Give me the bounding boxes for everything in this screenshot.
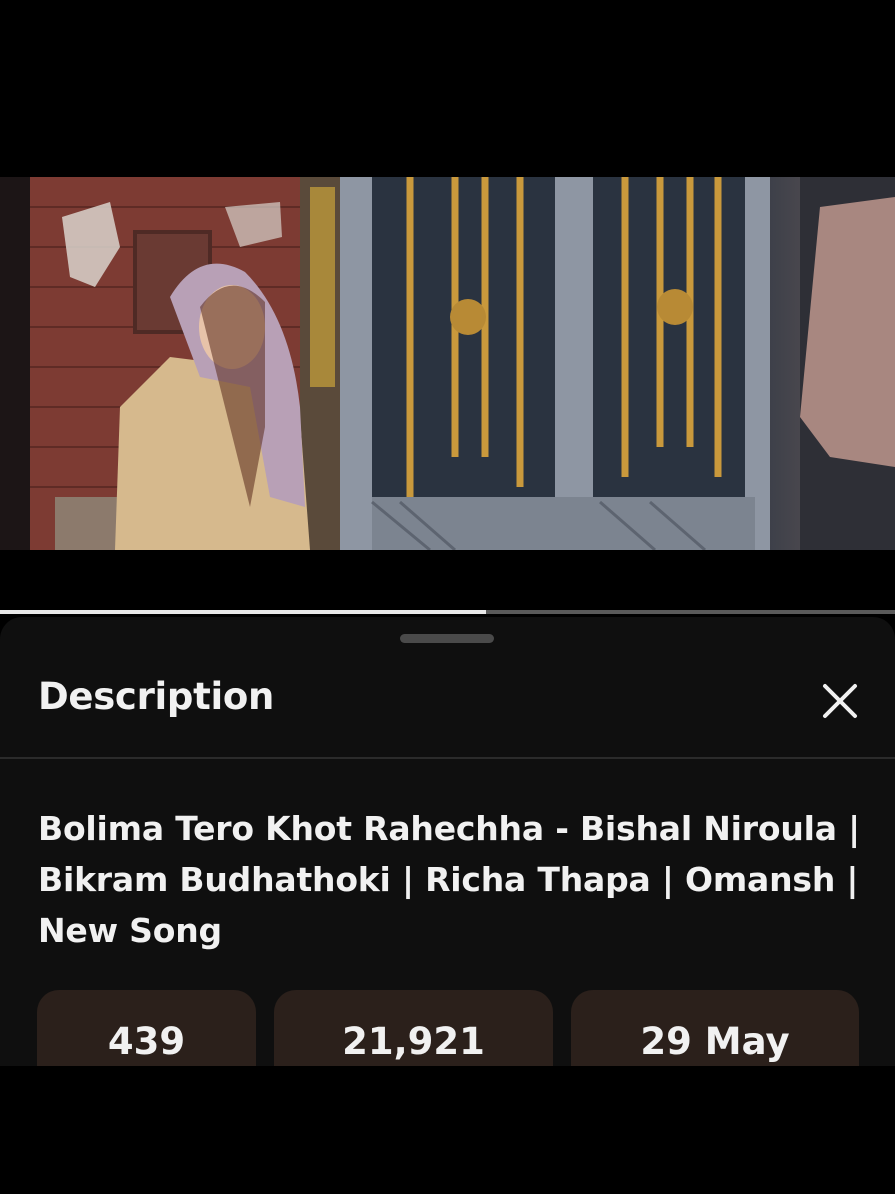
close-icon (823, 684, 857, 718)
video-progress-fill (0, 610, 486, 614)
video-frame-image (0, 177, 895, 550)
views-count: 21,921 (342, 1020, 485, 1063)
description-sheet: Description Bolima Tero Khot Rahechha - … (0, 617, 895, 1066)
video-title: Bolima Tero Khot Rahechha - Bishal Nirou… (38, 809, 860, 950)
divider (0, 757, 895, 759)
sheet-title: Description (38, 675, 275, 718)
screen: Description Bolima Tero Khot Rahechha - … (0, 0, 895, 1194)
drag-handle[interactable] (400, 634, 494, 643)
close-button[interactable] (814, 677, 864, 727)
video-progress-bar[interactable] (0, 610, 895, 614)
likes-count: 439 (107, 1020, 186, 1063)
video-player[interactable] (0, 177, 895, 550)
bottom-area (0, 1066, 895, 1194)
views-stat: 21,921 (274, 990, 553, 1066)
upload-date: 29 May (640, 1020, 790, 1063)
date-stat: 29 May (571, 990, 859, 1066)
likes-stat: 439 (37, 990, 256, 1066)
